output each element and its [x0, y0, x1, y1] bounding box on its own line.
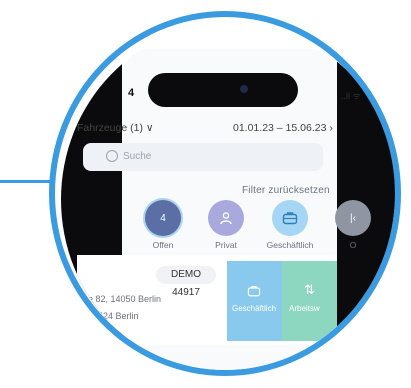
- category-partial[interactable]: |‹: [335, 200, 371, 236]
- date-range-selector[interactable]: 01.01.23 – 15.06.23 ›: [233, 122, 333, 134]
- category-geschaeftlich[interactable]: [272, 200, 308, 236]
- phone-device: 4 ..il ᯤ Fahrzeuge (1) ∨ 01.01.23 – 15.0…: [61, 23, 395, 370]
- partial-icon: |‹: [350, 212, 356, 224]
- swipe-action-arbeitsweg-label: Arbeitsw: [289, 304, 320, 313]
- category-partial-label: O: [349, 240, 357, 250]
- zoom-content: 4 ..il ᯤ Fahrzeuge (1) ∨ 01.01.23 – 15.0…: [61, 23, 395, 370]
- category-geschaeftlich-label: Geschäftlich: [266, 240, 314, 250]
- briefcase-icon: [247, 286, 261, 297]
- swipe-action-arbeitsweg[interactable]: [282, 261, 337, 341]
- swap-arrows-icon: ⇅: [304, 282, 315, 297]
- callout-connector-line: [0, 180, 53, 183]
- trip-start-address: ee 82, 14050 Berlin: [83, 294, 162, 304]
- search-placeholder: Suche: [123, 151, 152, 162]
- zoom-callout-ring: 4 ..il ᯤ Fahrzeuge (1) ∨ 01.01.23 – 15.0…: [49, 11, 401, 376]
- trip-end-address: , 12524 Berlin: [83, 311, 139, 321]
- dynamic-island: [148, 73, 298, 107]
- signal-icon: ..il ᯤ: [341, 91, 361, 101]
- category-privat[interactable]: [208, 200, 244, 236]
- person-icon: [220, 212, 232, 225]
- vehicle-selector[interactable]: Fahrzeuge (1) ∨: [77, 122, 154, 134]
- briefcase-icon: [282, 212, 298, 225]
- swipe-action-geschaeftlich[interactable]: [227, 261, 282, 341]
- search-icon: [106, 150, 118, 162]
- category-privat-label: Privat: [215, 240, 237, 250]
- open-count: 4: [160, 212, 166, 224]
- front-camera-icon: [240, 85, 248, 93]
- swipe-action-geschaeftlich-label: Geschäftlich: [232, 304, 277, 313]
- status-time: 4: [128, 87, 135, 99]
- filter-reset-link[interactable]: Filter zurücksetzen: [242, 185, 330, 196]
- category-offen[interactable]: 4: [145, 200, 181, 236]
- license-plate-badge: DEMO 44917: [156, 266, 216, 298]
- phone-bezel-right: [337, 23, 395, 370]
- search-input[interactable]: [83, 143, 323, 171]
- category-offen-label: Offen: [152, 240, 174, 250]
